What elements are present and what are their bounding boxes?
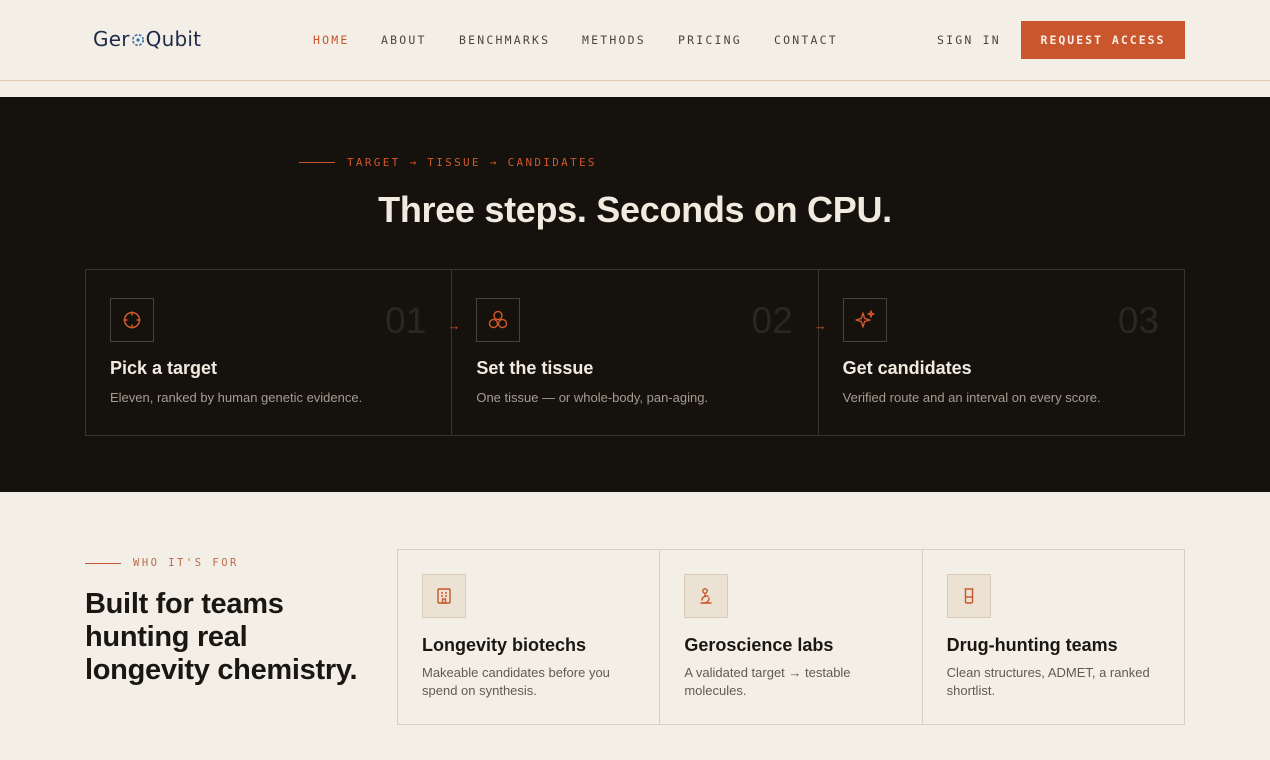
step-card: → 02 Set the tissue One tissue — or whol… — [447, 270, 819, 435]
step-desc: Eleven, ranked by human genetic evidence… — [110, 390, 363, 405]
step-card: → 03 Get candidates Verified route and a… — [814, 270, 1184, 435]
brand-name-part2: Qubit — [145, 27, 202, 51]
step-icon-frame — [476, 298, 521, 342]
request-access-button[interactable]: REQUEST ACCESS — [1021, 21, 1185, 59]
arrow-right-icon: → — [447, 318, 461, 333]
how-it-works-section: TARGET → TISSUE → CANDIDATES Three steps… — [0, 97, 1270, 492]
eyebrow-rule — [299, 162, 335, 163]
card-title: Geroscience labs — [684, 635, 834, 655]
card-icon-frame — [946, 574, 991, 618]
card-desc: Clean structures, ADMET, a ranked shortl… — [946, 665, 1150, 698]
audience-cards: Longevity biotechs Makeable candidates b… — [397, 549, 1185, 725]
step-title: Set the tissue — [476, 358, 594, 378]
step-title: Get candidates — [842, 358, 972, 378]
nav-pricing[interactable]: PRICING — [678, 33, 774, 47]
audience-eyebrow: WHO IT'S FOR — [85, 557, 239, 569]
nav-methods[interactable]: METHODS — [582, 33, 678, 47]
card-icon-frame — [684, 574, 729, 618]
arrow-right-icon: → — [813, 318, 827, 333]
card-title: Longevity biotechs — [422, 635, 587, 655]
microscope-icon — [700, 588, 713, 604]
step-desc: One tissue — or whole-body, pan-aging. — [476, 390, 709, 405]
step-desc: Verified route and an interval on every … — [842, 390, 1101, 405]
section-title: Three steps. Seconds on CPU. — [378, 189, 892, 230]
building-icon — [437, 588, 451, 604]
nav-about[interactable]: ABOUT — [381, 33, 459, 47]
audience-title: Built for teams hunting real longevity c… — [85, 588, 358, 686]
audience-card: Geroscience labs A validated target → te… — [660, 550, 923, 724]
brand-logo[interactable]: Ger Qubit — [93, 24, 201, 54]
main-nav: HOME ABOUT BENCHMARKS METHODS PRICING CO… — [313, 33, 854, 47]
beaker-icon — [964, 588, 974, 604]
nav-benchmarks[interactable]: BENCHMARKS — [459, 33, 582, 47]
step-icon-frame — [110, 298, 154, 342]
sign-in-link[interactable]: SIGN IN — [937, 33, 1001, 47]
crosshair-icon — [123, 311, 141, 329]
steps-grid: 01 Pick a target Eleven, ranked by human… — [85, 269, 1185, 436]
eyebrow-text: TARGET → TISSUE → CANDIDATES — [347, 156, 597, 169]
nav-home[interactable]: HOME — [313, 33, 381, 47]
audience-card: Longevity biotechs Makeable candidates b… — [398, 550, 661, 724]
step-number: 01 — [385, 300, 427, 341]
step-title: Pick a target — [110, 358, 218, 378]
card-desc: A validated target → testable molecules. — [684, 665, 851, 698]
cells-icon — [489, 310, 508, 329]
sparkle-icon — [854, 310, 875, 328]
step-number: 03 — [1117, 300, 1159, 341]
eyebrow-rule — [85, 562, 121, 564]
card-title: Drug-hunting teams — [946, 635, 1118, 655]
step-icon-frame — [842, 298, 887, 342]
nav-contact[interactable]: CONTACT — [774, 33, 854, 47]
step-card: 01 Pick a target Eleven, ranked by human… — [86, 270, 453, 435]
card-desc: Makeable candidates before you spend on … — [422, 665, 610, 698]
section-eyebrow: TARGET → TISSUE → CANDIDATES — [299, 156, 597, 169]
card-icon-frame — [422, 574, 466, 618]
qubit-ring-icon — [131, 34, 144, 46]
site-header: Ger Qubit HOME ABOUT BENCHMARKS METHODS … — [0, 0, 1270, 81]
brand-name-part1: Ger — [93, 27, 130, 51]
eyebrow-text: WHO IT'S FOR — [133, 557, 239, 569]
step-number: 02 — [751, 300, 793, 341]
audience-card: Drug-hunting teams Clean structures, ADM… — [923, 550, 1184, 724]
